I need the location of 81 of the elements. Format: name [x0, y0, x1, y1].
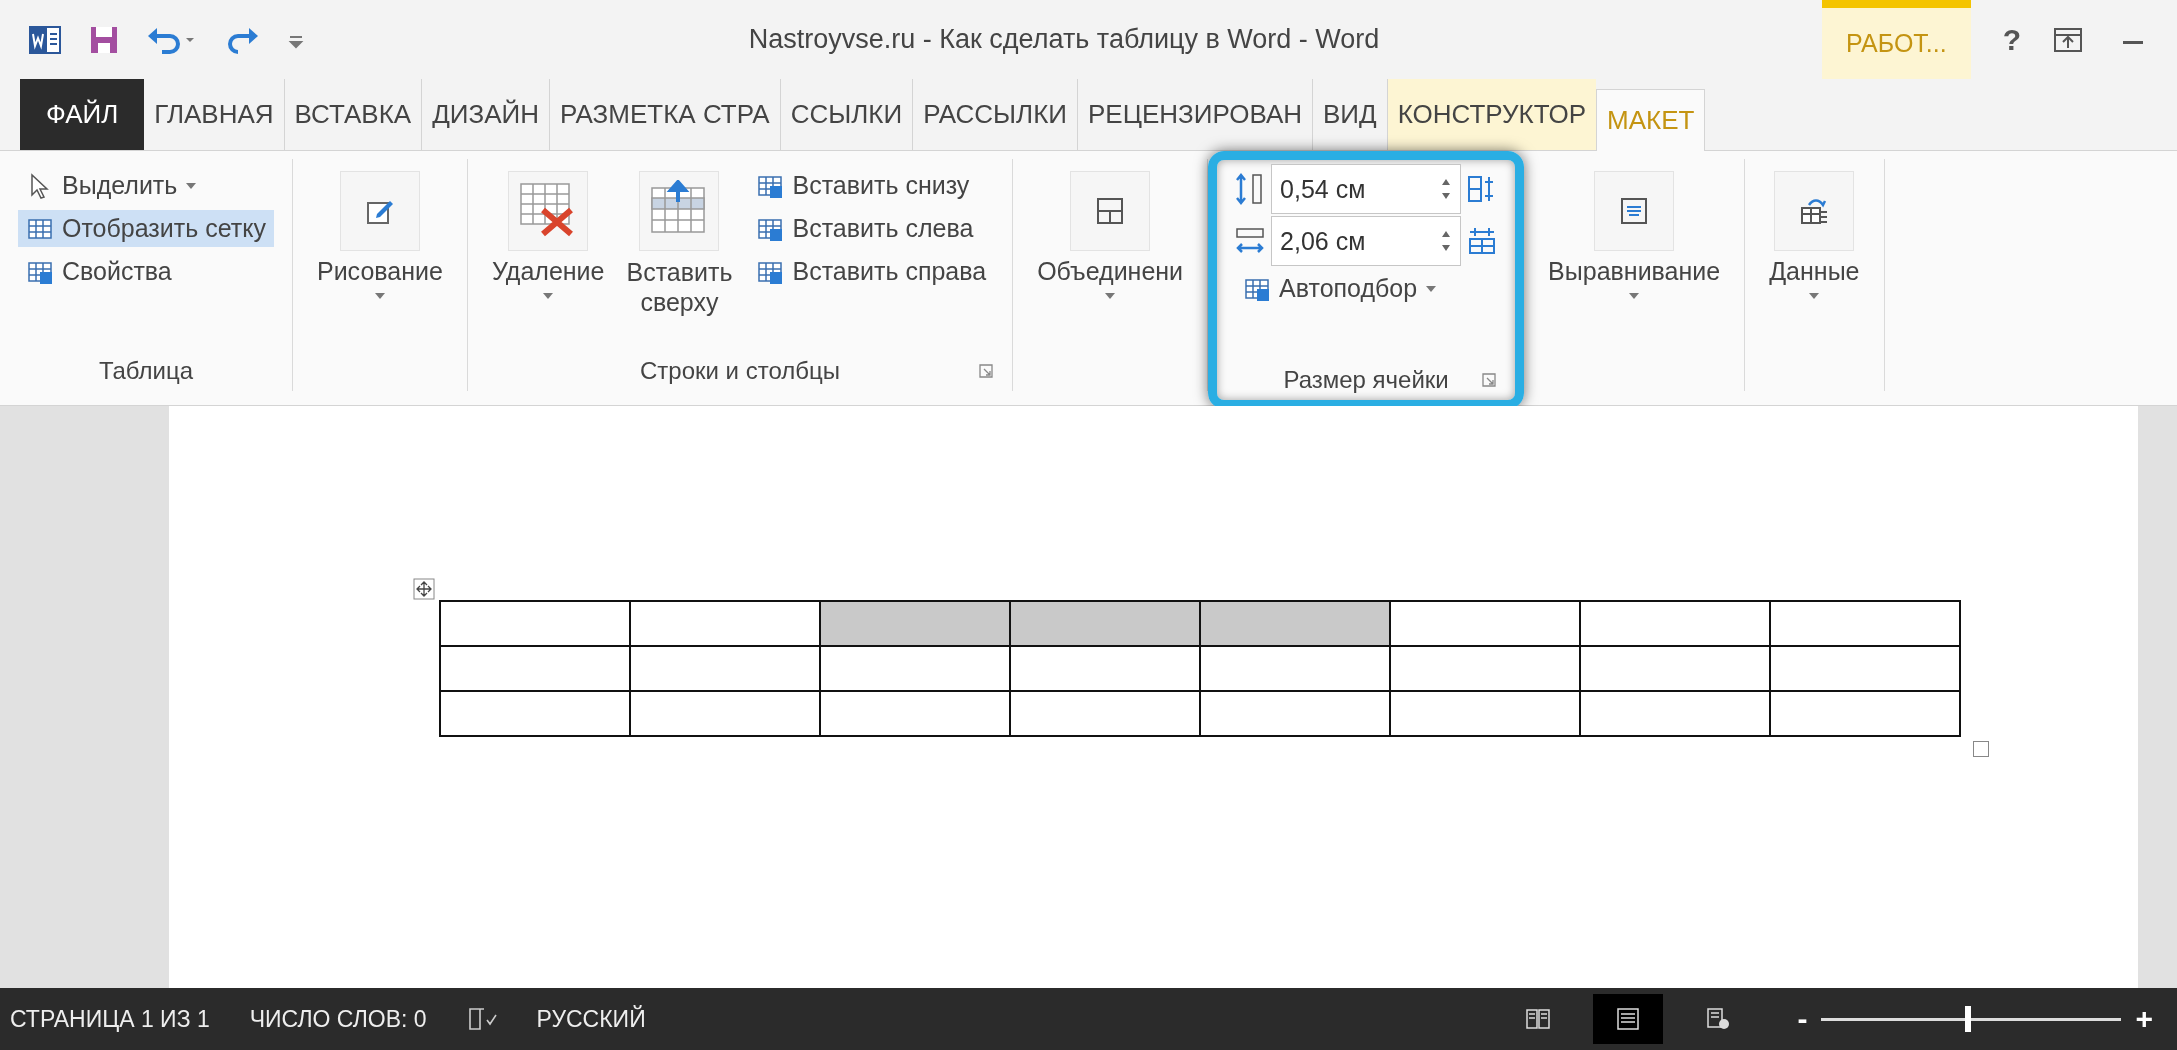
ribbon-tab[interactable]: ССЫЛКИ [779, 79, 913, 150]
ribbon-button[interactable]: Объединени [1031, 167, 1190, 304]
table-cell[interactable] [1580, 646, 1770, 691]
window-title: Nastroyvse.ru - Как сделать таблицу в Word - Word [747, 24, 1381, 55]
help-button[interactable]: ? [1988, 22, 2035, 57]
word-count[interactable]: ЧИСЛО СЛОВ: 0 [249, 1005, 427, 1033]
table-cell[interactable] [1200, 601, 1390, 646]
table-cell[interactable] [1580, 601, 1770, 646]
caret-icon [373, 292, 386, 300]
table-cell[interactable] [440, 601, 630, 646]
ribbon-tab[interactable]: РАЗМЕТКА СТРА [548, 79, 780, 150]
table-cell[interactable] [440, 691, 630, 736]
group-label: Таблица [98, 357, 194, 385]
table-cell[interactable] [1010, 601, 1200, 646]
dialog-launcher-icon[interactable] [1481, 372, 1498, 388]
table-cell[interactable] [1770, 646, 1960, 691]
table-cell[interactable] [820, 691, 1010, 736]
distribute-columns-icon[interactable] [1467, 226, 1498, 256]
table-cell[interactable] [1390, 601, 1580, 646]
align-icon [1619, 196, 1650, 226]
data-icon [1799, 196, 1830, 226]
size-spinner[interactable]: 2,06 см [1271, 216, 1462, 266]
language-indicator[interactable]: РУССКИЙ [536, 1005, 646, 1033]
ribbon-tab[interactable]: ВИД [1312, 79, 1387, 150]
ribbon-button[interactable]: Вставить слева [748, 210, 995, 247]
zoom-out-button[interactable]: - [1793, 1002, 1812, 1036]
caret-icon [542, 292, 555, 300]
ribbon-button[interactable]: Свойства [18, 253, 274, 290]
table-cell[interactable] [1390, 646, 1580, 691]
proofing-icon[interactable] [466, 1006, 497, 1032]
group-label: Размер ячейки [1283, 366, 1449, 394]
caret-icon [1808, 292, 1821, 300]
ribbon-button[interactable]: Выравнивание [1542, 167, 1727, 304]
size-spinner[interactable]: 0,54 см [1271, 164, 1462, 214]
ribbon-button[interactable]: Данные [1763, 167, 1866, 304]
table-cell[interactable] [1770, 691, 1960, 736]
caret-icon [1628, 292, 1641, 300]
caret-icon [1104, 292, 1117, 300]
table-cell[interactable] [1770, 601, 1960, 646]
table-cell[interactable] [440, 646, 630, 691]
ribbon-tab[interactable]: РАССЫЛКИ [912, 79, 1077, 150]
dialog-launcher-icon[interactable] [978, 363, 995, 379]
view-icon [1615, 1007, 1642, 1031]
table-resize-handle[interactable] [1973, 741, 1989, 757]
merge-cells-icon [1095, 196, 1126, 226]
table-cell[interactable] [1010, 691, 1200, 736]
page-count[interactable]: СТРАНИЦА 1 ИЗ 1 [10, 1005, 210, 1033]
file-tab[interactable]: ФАЙЛ [20, 79, 145, 150]
ribbon-button[interactable]: Рисование [310, 167, 449, 304]
ribbon-tab[interactable]: КОНСТРУКТОР [1386, 79, 1597, 150]
view-icon [1705, 1007, 1732, 1031]
group-label: Строки и столбцы [640, 357, 840, 385]
view-icon [1525, 1007, 1552, 1031]
ribbon-display-icon[interactable] [2053, 26, 2083, 53]
ribbon-tab[interactable]: ГЛАВНАЯ [144, 79, 284, 150]
table-cell[interactable] [1200, 691, 1390, 736]
context-tab-label: РАБОТ... [1822, 0, 1971, 79]
ribbon-button[interactable]: Выделить [18, 167, 274, 204]
table-cell[interactable] [820, 646, 1010, 691]
ribbon-button[interactable]: Удаление [485, 167, 611, 321]
view-button[interactable] [1593, 994, 1664, 1044]
ribbon-button[interactable]: Автоподбор [1235, 270, 1498, 307]
table-cell[interactable] [1390, 691, 1580, 736]
table-cell[interactable] [1010, 646, 1200, 691]
caret-icon [1425, 284, 1438, 293]
table-cell[interactable] [630, 691, 820, 736]
zoom-in-button[interactable]: + [2131, 1002, 2157, 1036]
ribbon-tab[interactable]: ВСТАВКА [283, 79, 422, 150]
table-move-handle-icon[interactable] [413, 578, 435, 600]
ribbon-tab[interactable]: ДИЗАЙН [421, 79, 549, 150]
ribbon-button[interactable]: Вставить сверху [618, 167, 741, 321]
caret-icon [185, 181, 198, 190]
table-cell[interactable] [630, 601, 820, 646]
ribbon-button[interactable]: Вставить справа [748, 253, 995, 290]
ribbon-button[interactable]: Вставить снизу [748, 167, 995, 204]
table-cell[interactable] [630, 646, 820, 691]
table-cell[interactable] [1200, 646, 1390, 691]
ribbon-tab[interactable]: РЕЦЕНЗИРОВАН [1077, 79, 1312, 150]
table-cell[interactable] [820, 601, 1010, 646]
ribbon-button[interactable]: Отобразить сетку [18, 210, 274, 247]
table-cell[interactable] [1580, 691, 1770, 736]
